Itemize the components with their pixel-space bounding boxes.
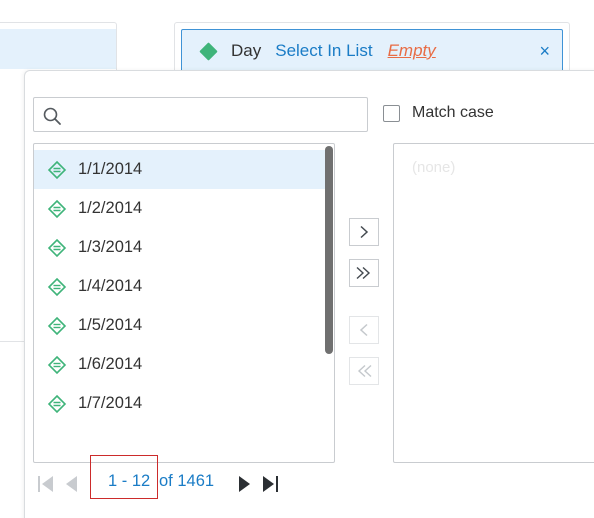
filter-operator[interactable]: Select In List (275, 41, 372, 61)
value-diamond-icon (47, 316, 67, 335)
value-diamond-icon (47, 277, 67, 296)
list-item[interactable]: 1/7/2014 (34, 384, 326, 423)
next-page-icon[interactable] (234, 474, 254, 494)
background-card-highlight (0, 29, 116, 69)
filter-chip[interactable]: Day Select In List Empty × (181, 29, 563, 73)
list-scrollbar[interactable] (325, 146, 333, 354)
available-values-list[interactable]: 1/1/2014 1/2/2014 1/3/2014 1/4/2014 1/5/… (33, 143, 335, 463)
list-item[interactable]: 1/4/2014 (34, 267, 326, 306)
previous-page-icon[interactable] (62, 474, 82, 494)
list-item-label: 1/2/2014 (78, 199, 143, 217)
list-item[interactable]: 1/2/2014 (34, 189, 326, 228)
double-chevron-right-icon (356, 266, 371, 280)
add-selected-button[interactable] (349, 218, 379, 246)
list-item-label: 1/7/2014 (78, 394, 143, 412)
remove-selected-button[interactable] (349, 316, 379, 344)
value-diamond-icon (47, 199, 67, 218)
value-diamond-icon (47, 238, 67, 257)
list-item-label: 1/4/2014 (78, 277, 143, 295)
remove-all-button[interactable] (349, 357, 379, 385)
filter-editor-screen: Day Select In List Empty × Match case 1/… (0, 0, 594, 518)
chevron-right-icon (360, 225, 369, 239)
list-item-label: 1/3/2014 (78, 238, 143, 256)
chevron-left-icon (359, 323, 368, 337)
search-box[interactable] (33, 97, 368, 132)
close-icon[interactable]: × (539, 41, 550, 61)
match-case-checkbox[interactable] (383, 104, 400, 122)
search-input[interactable] (70, 100, 363, 129)
page-range[interactable]: 1 - 12 (108, 472, 150, 491)
value-diamond-icon (47, 160, 67, 179)
add-all-button[interactable] (349, 259, 379, 287)
list-item[interactable]: 1/5/2014 (34, 306, 326, 345)
list-item-label: 1/6/2014 (78, 355, 143, 373)
filter-value[interactable]: Empty (388, 41, 436, 61)
value-diamond-icon (47, 394, 67, 413)
empty-placeholder: (none) (412, 159, 456, 176)
double-chevron-left-icon (357, 364, 372, 378)
search-icon (43, 107, 61, 125)
value-diamond-icon (47, 355, 67, 374)
pagination: 1 - 12 of 1461 (0, 455, 594, 500)
list-item-label: 1/5/2014 (78, 316, 143, 334)
last-page-icon[interactable] (260, 474, 280, 494)
match-case-label: Match case (412, 104, 494, 121)
list-item-label: 1/1/2014 (78, 160, 143, 178)
list-item[interactable]: 1/1/2014 (34, 150, 326, 189)
total-count: of 1461 (159, 472, 215, 490)
field-diamond-icon (199, 41, 218, 61)
list-item[interactable]: 1/3/2014 (34, 228, 326, 267)
first-page-icon[interactable] (36, 474, 56, 494)
selected-values-list[interactable]: (none) (393, 143, 594, 463)
match-case-option[interactable]: Match case (383, 104, 494, 122)
list-item[interactable]: 1/6/2014 (34, 345, 326, 384)
filter-field-name: Day (231, 41, 262, 60)
